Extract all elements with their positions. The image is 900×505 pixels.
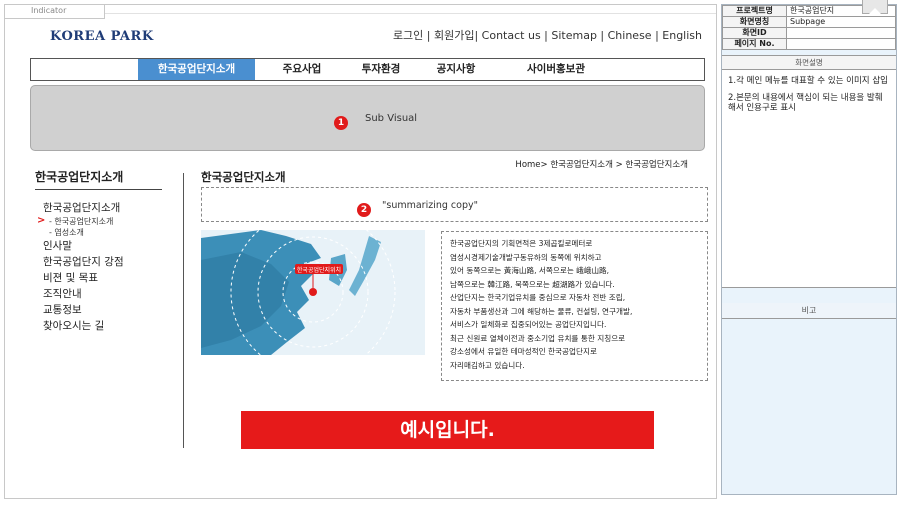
summary-copy: "summarizing copy" <box>382 200 478 211</box>
lnb-divider <box>35 189 162 190</box>
gnb-item-about[interactable]: 한국공업단지소개 <box>138 59 255 80</box>
intro-line: 자동차 부품생산과 그에 해당하는 물류, 컨설팅, 연구개발, <box>450 306 633 316</box>
lnb-item[interactable]: 한국공업단지소개 <box>43 200 173 216</box>
intro-line: 강소성에서 유일한 테마성적인 한국공업단지로 <box>450 347 597 356</box>
lnb-item[interactable]: 비젼 및 목표 <box>43 270 173 286</box>
intro-paragraph: 한국공업단지의 기획면적은 3제곱킬로메터로 염성시경제기술개발구동유하의 동쪽… <box>441 231 708 381</box>
lnb-item[interactable]: 인사말 <box>43 238 173 254</box>
spec-value <box>786 38 896 50</box>
number-badge-1: 1 <box>334 115 348 130</box>
lnb-title: 한국공업단지소개 <box>35 170 124 184</box>
intro-line: 남쪽으로는 韓江路, 북쪽으로는 超湖路가 있습니다. <box>450 279 615 289</box>
sub-visual-label: Sub Visual <box>365 113 418 124</box>
spec-panel: 프로젝트명 한국공업단지 화면명칭 Subpage 화면ID 페이지 No. 화면설… <box>721 4 897 495</box>
site-logo[interactable]: KOREA PARK <box>50 29 154 44</box>
global-nav: 한국공업단지소개 주요사업 투자환경 공지사항 사이버홍보관 <box>30 58 705 81</box>
indicator-bar <box>105 5 716 14</box>
intro-line: 자리매김하고 있습니다. <box>450 360 525 370</box>
intro-line: 염성시경제기술개발구동유하의 동쪽에 위치하고 <box>450 252 602 262</box>
page-title: 한국공업단지소개 <box>201 170 286 184</box>
gnb-item-notice[interactable]: 공지사항 <box>421 59 491 80</box>
map-illustration: 한국공업단지위치 <box>201 230 425 355</box>
summary-quote-box: 2 "summarizing copy" <box>201 187 708 222</box>
gnb-item-investment[interactable]: 투자환경 <box>341 59 421 80</box>
left-nav: 한국공업단지소개 > - 한국공업단지소개 - 염성소개 인사말 한국공업단지 강… <box>37 200 173 334</box>
notes-header: 비고 <box>722 303 896 319</box>
map-location-label: 한국공업단지위치 <box>297 266 341 274</box>
spec-key: 페이지 No. <box>722 38 787 50</box>
wireframe-canvas: Indicator KOREA PARK 로그인 | 회원가입| Contact… <box>4 4 717 499</box>
spec-key: 프로젝트명 <box>722 5 787 17</box>
spec-key: 화면ID <box>722 27 787 39</box>
screen-description-header: 화면설명 <box>722 55 896 70</box>
intro-line: 한국공업단지의 기획면적은 3제곱킬로메터로 <box>450 239 593 248</box>
gnb-item-business[interactable]: 주요사업 <box>267 59 337 80</box>
number-badge-2: 2 <box>357 202 371 217</box>
lnb-subitem-active[interactable]: > - 한국공업단지소개 <box>37 215 173 227</box>
breadcrumb: Home> 한국공업단지소개 > 한국공업단지소개 <box>515 160 688 170</box>
lnb-item[interactable]: 한국공업단지 강점 <box>43 254 173 270</box>
intro-line: 서비스가 일체화로 집중되어있는 공업단지입니다. <box>450 320 607 329</box>
lnb-item[interactable]: 찾아오시는 길 <box>43 318 173 334</box>
intro-line: 산업단지는 한국기업유치를 중심으로 자동차 전반 조립, <box>450 293 626 302</box>
location-map-image: 한국공업단지위치 <box>201 230 425 355</box>
gnb-item-cyber-pr[interactable]: 사이버홍보관 <box>501 59 611 80</box>
lnb-item[interactable]: 조직안내 <box>43 286 173 302</box>
bookmark-icon <box>862 0 888 14</box>
spec-value: Subpage <box>786 16 896 28</box>
utility-nav[interactable]: 로그인 | 회원가입| Contact us | Sitemap | Chine… <box>393 27 702 43</box>
description-item: 1.각 메인 메뉴를 대표할 수 있는 이미지 삽입 <box>728 76 888 86</box>
lnb-subitem[interactable]: - 염성소개 <box>43 227 173 238</box>
intro-line: 있어 동쪽으로는 黃海山路, 서쪽으로는 峨峨山路, <box>450 266 610 275</box>
current-marker-icon: > <box>37 215 46 226</box>
spec-value <box>786 27 896 39</box>
intro-line: 최근 신원료 열체이전과 중소기업 유치를 통한 지칭으로 <box>450 333 626 343</box>
example-banner: 예시입니다. <box>241 411 654 449</box>
wireframe-page: Indicator KOREA PARK 로그인 | 회원가입| Contact… <box>0 0 900 505</box>
sub-visual: 1 Sub Visual <box>30 85 705 151</box>
screen-description: 1.각 메인 메뉴를 대표할 수 있는 이미지 삽입 2.본문의 내용에서 핵심… <box>722 70 896 288</box>
indicator-tab: Indicator <box>5 5 105 19</box>
content-divider <box>183 173 184 448</box>
description-item: 2.본문의 내용에서 핵심이 되는 내용을 발췌해서 인용구로 표시 <box>728 93 883 113</box>
lnb-item[interactable]: 교통정보 <box>43 302 173 318</box>
spec-key: 화면명칭 <box>722 16 787 28</box>
